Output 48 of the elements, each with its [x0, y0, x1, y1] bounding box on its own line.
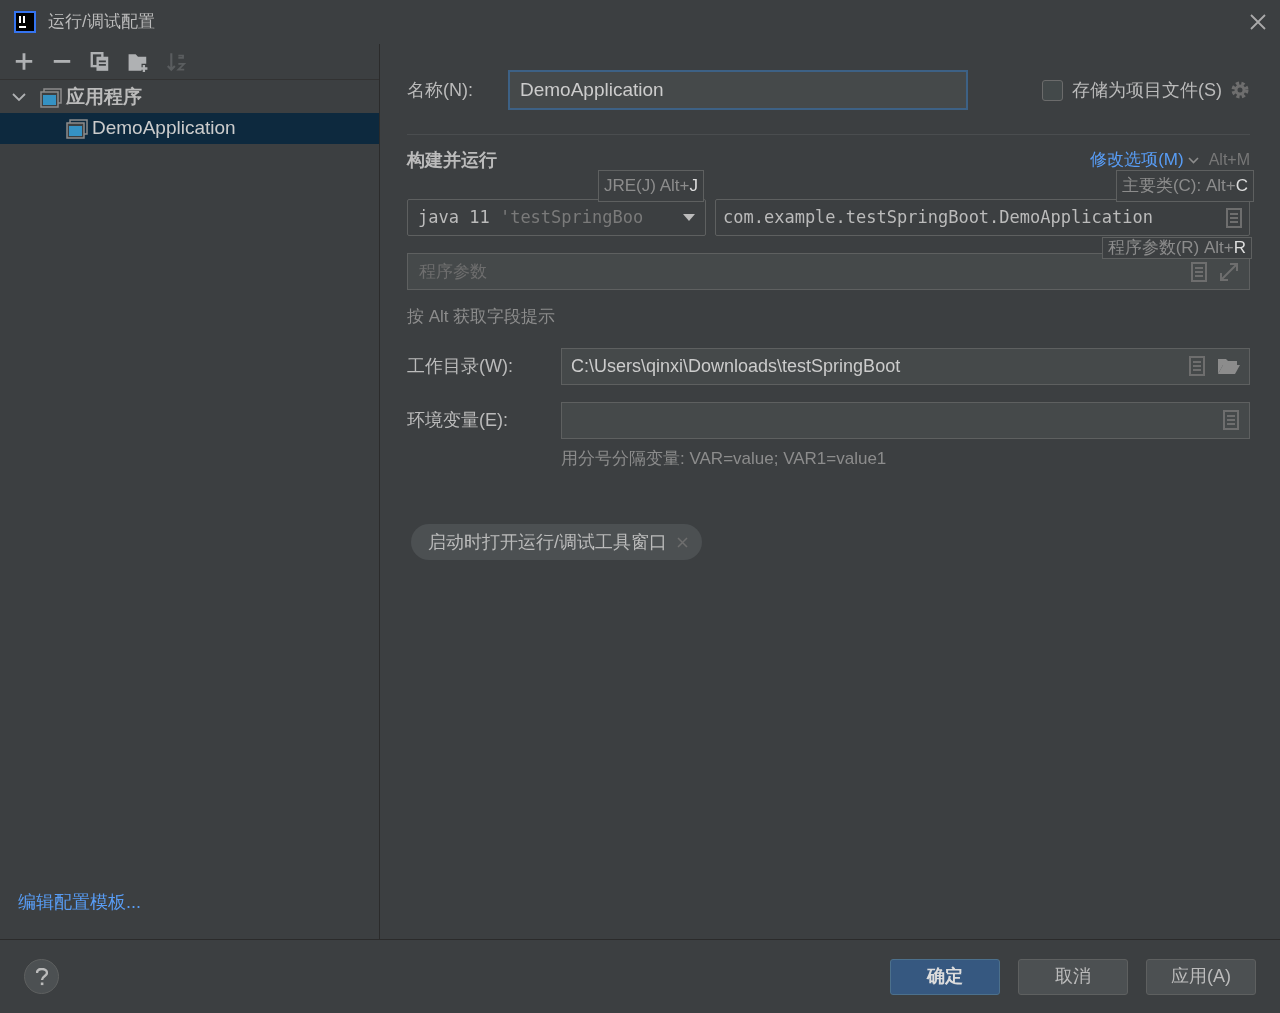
document-icon[interactable] [1191, 261, 1207, 282]
env-field[interactable] [561, 401, 1250, 439]
tree-item[interactable]: 应用程序 [0, 82, 379, 113]
application-icon [66, 118, 88, 139]
env-label: 环境变量(E): [407, 408, 509, 432]
help-button[interactable] [24, 959, 59, 994]
dialog-button[interactable]: 取消 [1018, 958, 1128, 995]
jre-dropdown[interactable]: java 11 'testSpringBoo [407, 199, 706, 236]
question-mark-icon [35, 967, 48, 986]
tooltip: 主要类(C): Alt+C [1115, 170, 1254, 202]
hint-text: 用分号分隔变量: VAR=value; VAR1=value1 [561, 448, 887, 468]
hint-text: 按 Alt 获取字段提示 [407, 307, 556, 326]
dialog-button[interactable]: 应用(A) [1146, 958, 1256, 995]
dropdown-caret-icon [683, 214, 695, 221]
tooltip: JRE(J) Alt+J [598, 170, 704, 202]
new-folder-icon[interactable] [128, 51, 148, 72]
document-icon[interactable] [1189, 356, 1205, 376]
main-class-value: com.example.testSpringBoot.DemoApplication [723, 205, 1154, 229]
modify-options-link[interactable]: 修改选项(M) [1090, 147, 1199, 173]
working-dir-label: 工作目录(W): [407, 354, 514, 378]
name-label: 名称(N): [407, 78, 474, 102]
window-title: 运行/调试配置 [48, 11, 155, 34]
folder-icon[interactable] [1217, 357, 1241, 375]
settings-icon[interactable] [1230, 80, 1250, 100]
document-icon[interactable] [1226, 207, 1242, 228]
shortcut-label: Alt+M [1208, 150, 1250, 170]
option-tag[interactable]: 启动时打开运行/调试工具窗口 [411, 524, 702, 560]
add-icon[interactable] [14, 51, 34, 72]
jre-value: java 11 'testSpringBoo [418, 205, 645, 229]
store-label: 存储为项目文件(S) [1072, 78, 1222, 102]
name-field[interactable]: DemoApplication [508, 70, 968, 110]
app-logo-icon [14, 11, 36, 33]
section-title: 构建并运行 [407, 148, 497, 172]
store-checkbox[interactable] [1042, 79, 1063, 101]
working-dir-box[interactable]: C:\Users\qinxi\Downloads\testSpringBoot [561, 347, 1250, 385]
confirm-button[interactable]: 确定 [890, 958, 1000, 995]
close-icon[interactable] [1250, 14, 1266, 30]
copy-icon[interactable] [90, 51, 110, 72]
document-icon[interactable] [1223, 410, 1239, 430]
edit-templates-link[interactable]: 编辑配置模板... [18, 892, 141, 912]
tooltip: 程序参数(R) Alt+R [1101, 237, 1252, 259]
chevron-down-icon [1187, 156, 1199, 164]
application-icon [40, 87, 62, 108]
main-class-field[interactable]: com.example.testSpringBoot.DemoApplication [715, 199, 1250, 236]
working-dir-field[interactable]: C:\Users\qinxi\Downloads\testSpringBoot [571, 352, 1177, 380]
tree-item[interactable]: DemoApplication [0, 113, 379, 144]
expand-icon[interactable] [1219, 261, 1239, 282]
chevron-down-icon[interactable] [12, 93, 26, 102]
